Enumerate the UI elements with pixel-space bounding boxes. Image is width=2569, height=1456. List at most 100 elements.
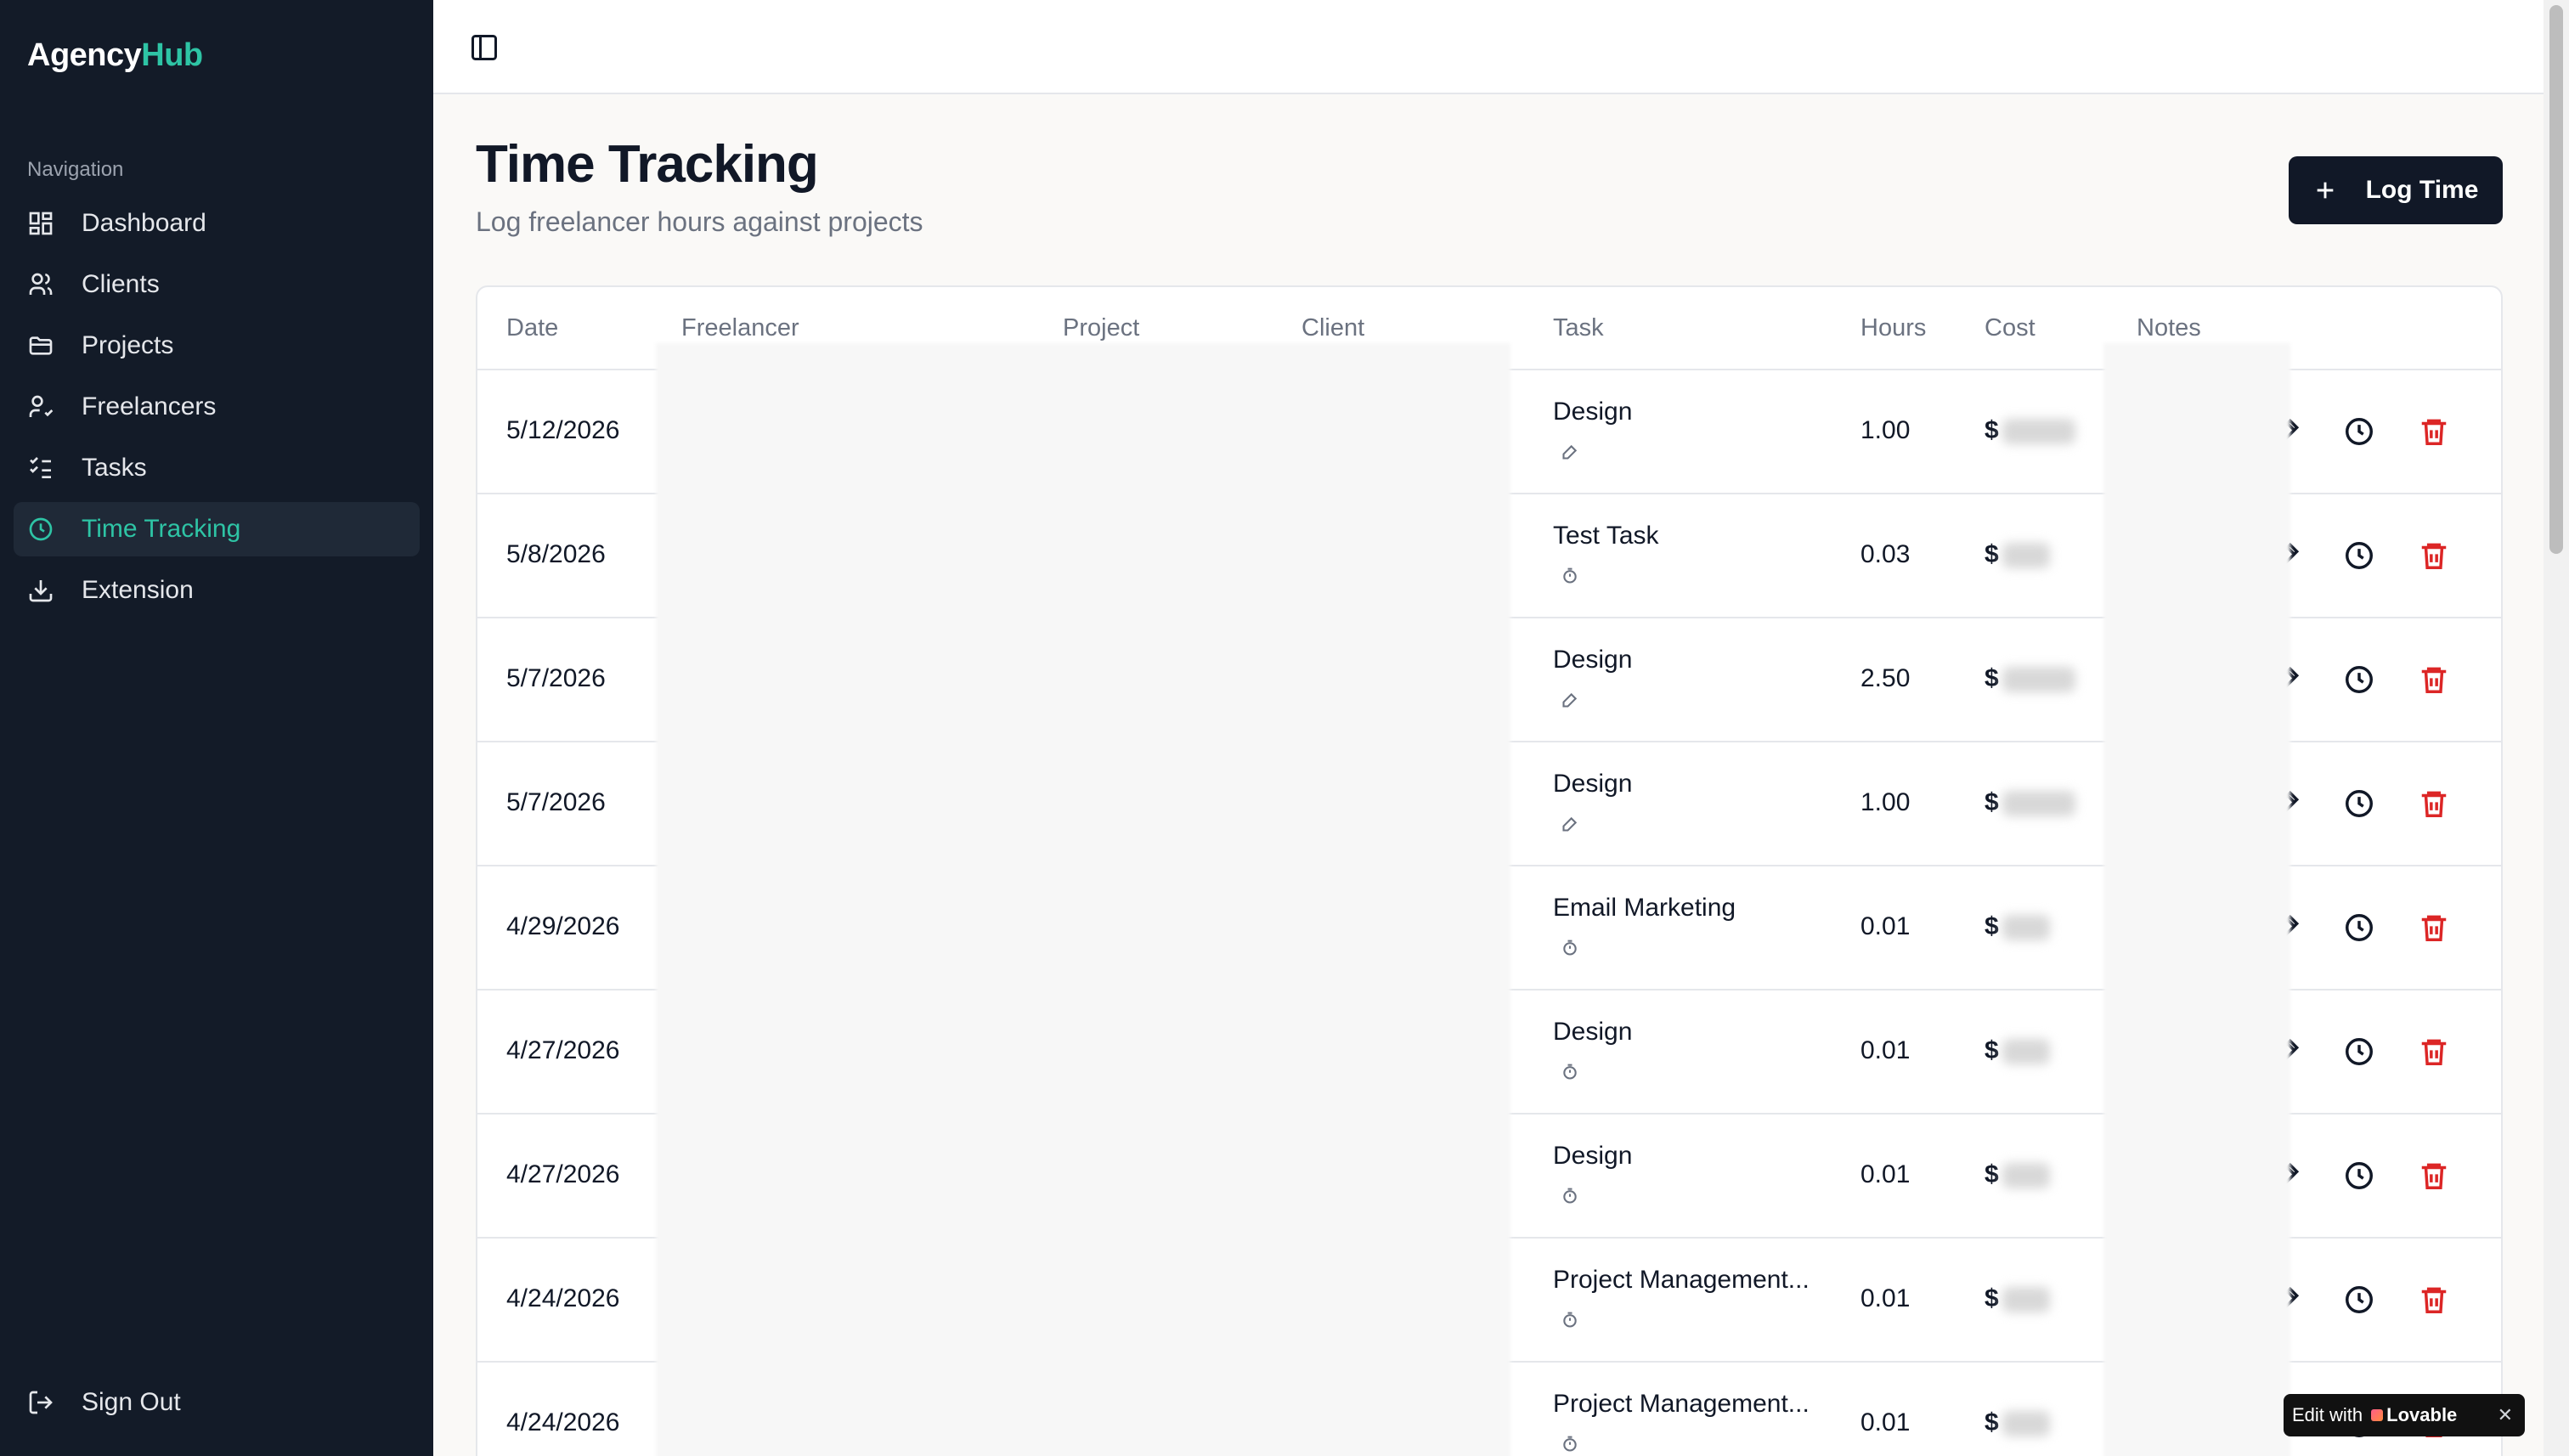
clock-icon[interactable] xyxy=(2343,1160,2375,1192)
sign-out-label: Sign Out xyxy=(82,1388,181,1416)
sidebar-item-projects[interactable]: Projects xyxy=(14,319,420,373)
cost-cell: $ xyxy=(1985,416,2075,445)
timer-icon xyxy=(1563,567,1577,584)
plus-icon xyxy=(2317,182,2333,199)
lovable-heart-icon xyxy=(2371,1409,2384,1421)
redacted-cost xyxy=(2002,1287,2050,1313)
page-scrollbar[interactable] xyxy=(2544,0,2569,1456)
scrollbar-thumb[interactable] xyxy=(2549,5,2563,554)
folder-icon xyxy=(29,336,53,355)
date-cell: 4/27/2026 xyxy=(506,1160,620,1188)
task-cell: Design xyxy=(1553,770,1633,798)
sidebar-item-label: Extension xyxy=(82,576,194,604)
edit-with-lovable-badge[interactable]: Edit with Lovable ✕ xyxy=(2284,1394,2525,1436)
clock-icon xyxy=(29,517,53,541)
timer-icon xyxy=(1563,1436,1577,1452)
app-logo[interactable]: AgencyHub xyxy=(27,37,203,74)
cost-cell: $ xyxy=(1985,664,2075,693)
pencil-icon xyxy=(1562,816,1578,832)
pencil-icon xyxy=(1562,692,1578,708)
user-check-icon xyxy=(29,395,54,417)
redacted-cost xyxy=(2002,791,2075,817)
clock-icon[interactable] xyxy=(2343,663,2375,696)
column-header-project[interactable]: Project xyxy=(1063,314,1139,342)
sign-out-button[interactable]: Sign Out xyxy=(27,1388,181,1417)
trash-icon[interactable] xyxy=(2418,1284,2450,1316)
redacted-cost xyxy=(2002,543,2050,569)
sidebar-item-dashboard[interactable]: Dashboard xyxy=(14,196,420,251)
hours-cell: 0.01 xyxy=(1860,1408,1911,1436)
page-title: Time Tracking xyxy=(476,135,819,194)
sidebar-item-tasks[interactable]: Tasks xyxy=(14,441,420,495)
hours-cell: 1.00 xyxy=(1860,788,1911,816)
sidebar-nav: Dashboard Clients Projects Freelancers T… xyxy=(14,196,420,624)
clock-icon[interactable] xyxy=(2343,1036,2375,1068)
task-cell: Design xyxy=(1553,1142,1633,1170)
column-header-cost[interactable]: Cost xyxy=(1985,314,2035,342)
sidebar-item-time-tracking[interactable]: Time Tracking xyxy=(14,502,420,556)
task-cell: Project Management... xyxy=(1553,1390,1810,1418)
cost-cell: $ xyxy=(1985,1408,2050,1437)
clock-icon[interactable] xyxy=(2343,787,2375,820)
hours-cell: 1.00 xyxy=(1860,416,1911,444)
redacted-region xyxy=(2103,343,2290,1456)
column-header-task[interactable]: Task xyxy=(1553,314,1604,342)
list-checks-icon xyxy=(30,457,51,478)
users-icon xyxy=(29,273,53,295)
sidebar: AgencyHub Navigation Dashboard Clients P… xyxy=(0,0,433,1456)
trash-icon[interactable] xyxy=(2418,663,2450,696)
sidebar-item-extension[interactable]: Extension xyxy=(14,563,420,618)
close-icon[interactable]: ✕ xyxy=(2498,1404,2513,1426)
column-header-hours[interactable]: Hours xyxy=(1860,314,1926,342)
log-out-icon xyxy=(29,1391,53,1414)
hours-cell: 0.01 xyxy=(1860,912,1911,940)
log-time-button[interactable]: Log Time xyxy=(2289,156,2503,224)
pencil-icon xyxy=(1562,444,1578,460)
trash-icon[interactable] xyxy=(2418,1160,2450,1192)
column-header-freelancer[interactable]: Freelancer xyxy=(681,314,799,342)
sidebar-item-label: Tasks xyxy=(82,454,147,482)
task-cell: Project Management... xyxy=(1553,1266,1810,1294)
time-entries-table: Date Freelancer Project Client Task Hour… xyxy=(476,285,2503,1456)
sidebar-item-freelancers[interactable]: Freelancers xyxy=(14,380,420,434)
task-cell: Design xyxy=(1553,646,1633,674)
clock-icon[interactable] xyxy=(2343,539,2375,572)
clock-icon[interactable] xyxy=(2343,415,2375,448)
sidebar-item-clients[interactable]: Clients xyxy=(14,257,420,312)
trash-icon[interactable] xyxy=(2418,787,2450,820)
lovable-brand: Lovable xyxy=(2371,1404,2457,1426)
date-cell: 4/29/2026 xyxy=(506,912,620,940)
badge-prefix: Edit with xyxy=(2292,1404,2363,1425)
cost-cell: $ xyxy=(1985,788,2075,817)
redacted-cost xyxy=(2002,1411,2050,1437)
cost-cell: $ xyxy=(1985,540,2050,569)
hours-cell: 0.03 xyxy=(1860,540,1911,568)
date-cell: 4/24/2026 xyxy=(506,1284,620,1312)
trash-icon[interactable] xyxy=(2418,911,2450,944)
task-cell: Test Task xyxy=(1553,522,1659,550)
date-cell: 5/8/2026 xyxy=(506,540,606,568)
sidebar-toggle-icon[interactable] xyxy=(469,32,500,63)
sidebar-item-label: Time Tracking xyxy=(82,515,241,543)
topbar xyxy=(433,0,2544,94)
redacted-cost xyxy=(2002,1039,2050,1065)
trash-icon[interactable] xyxy=(2418,539,2450,572)
column-header-client[interactable]: Client xyxy=(1301,314,1364,342)
clock-icon[interactable] xyxy=(2343,1284,2375,1316)
task-cell: Design xyxy=(1553,1018,1633,1046)
cost-cell: $ xyxy=(1985,1036,2050,1065)
task-cell: Email Marketing xyxy=(1553,894,1736,922)
date-cell: 5/7/2026 xyxy=(506,664,606,692)
trash-icon[interactable] xyxy=(2418,415,2450,448)
cost-cell: $ xyxy=(1985,1284,2050,1313)
column-header-date[interactable]: Date xyxy=(506,314,558,342)
sidebar-item-label: Projects xyxy=(82,331,174,359)
date-cell: 5/7/2026 xyxy=(506,788,606,816)
column-header-notes[interactable]: Notes xyxy=(2137,314,2201,342)
hours-cell: 0.01 xyxy=(1860,1160,1911,1188)
trash-icon[interactable] xyxy=(2418,1036,2450,1068)
hours-cell: 2.50 xyxy=(1860,664,1911,692)
cost-cell: $ xyxy=(1985,1160,2050,1189)
clock-icon[interactable] xyxy=(2343,911,2375,944)
redacted-cost xyxy=(2002,667,2075,693)
